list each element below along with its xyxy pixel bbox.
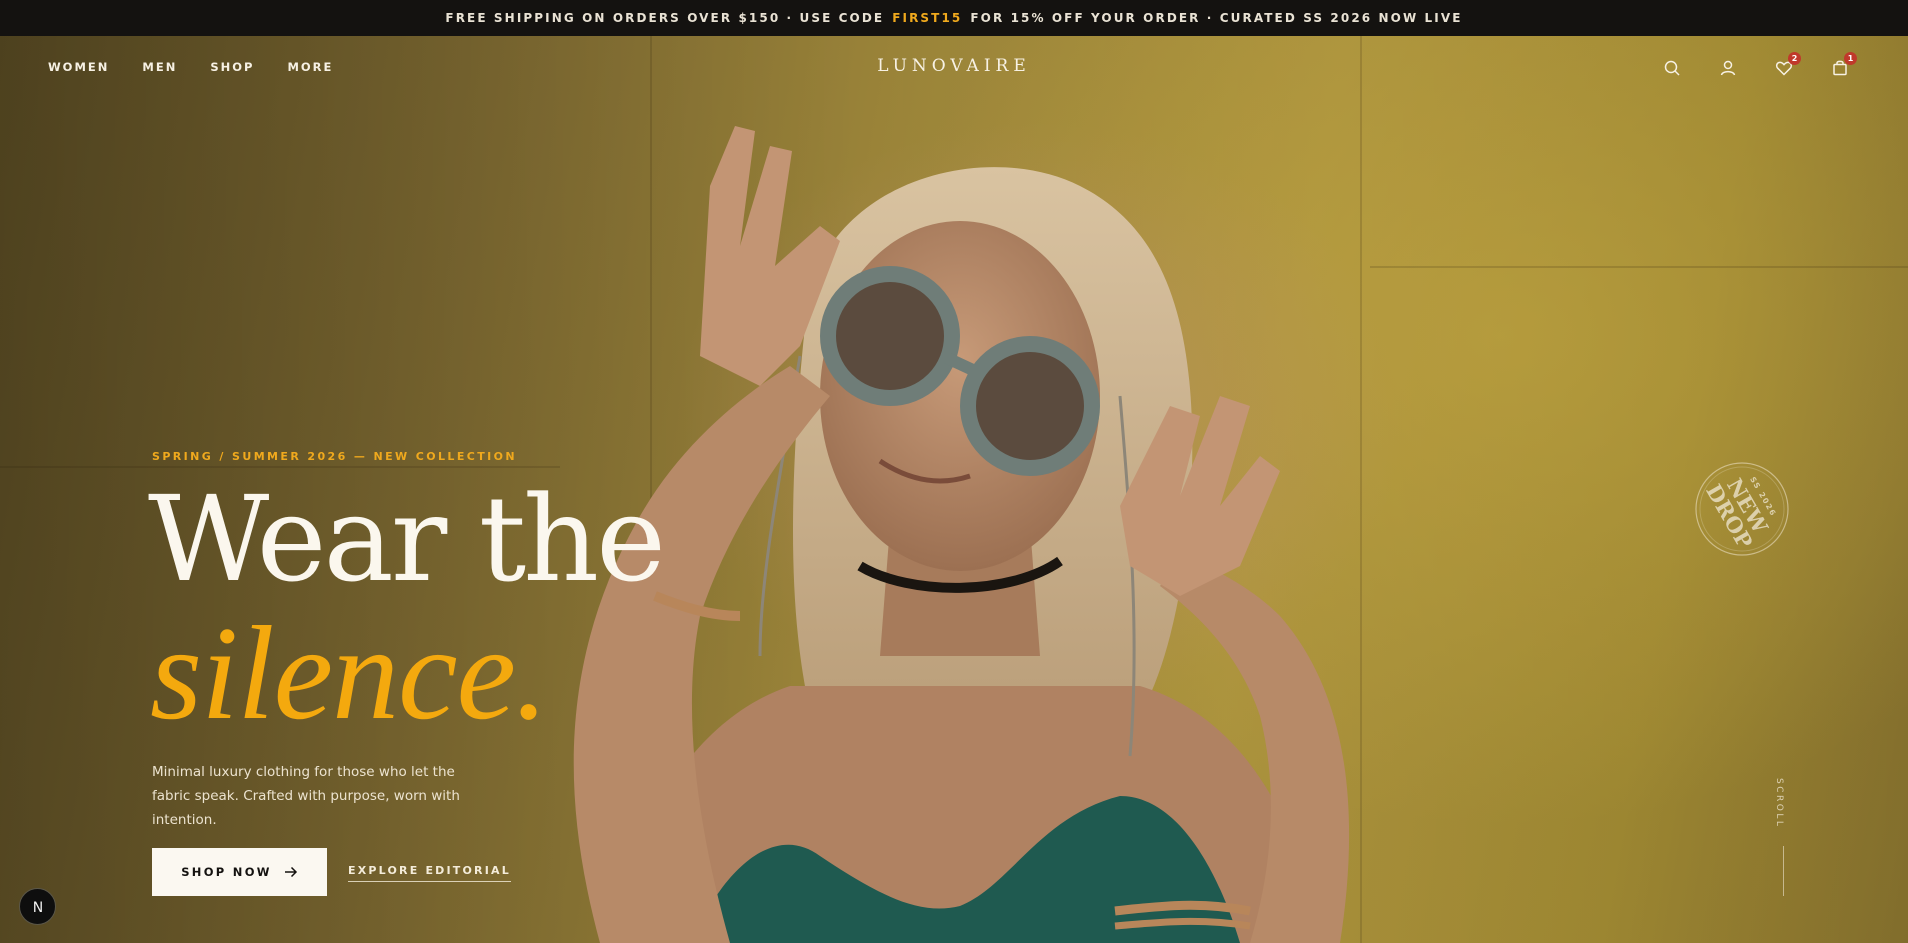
- hero-eyebrow: SPRING / SUMMER 2026 — NEW COLLECTION: [152, 450, 517, 463]
- shop-now-button[interactable]: SHOP NOW: [152, 848, 327, 896]
- heart-icon[interactable]: 2: [1774, 52, 1801, 78]
- new-drop-stamp: SS 2026 NEW DROP: [1695, 462, 1789, 556]
- hero-model-image: [573, 126, 1350, 943]
- shop-now-label: SHOP NOW: [181, 865, 272, 879]
- promo-code: FIRST15: [892, 11, 963, 25]
- search-icon[interactable]: [1662, 58, 1682, 78]
- announcement-text-before: FREE SHIPPING ON ORDERS OVER $150 · USE …: [445, 11, 885, 25]
- nav-link-women[interactable]: WOMEN: [48, 60, 109, 74]
- bag-icon[interactable]: 1: [1830, 52, 1857, 78]
- n-logo-letter: N: [32, 900, 42, 916]
- dev-tools-badge[interactable]: N: [19, 888, 56, 925]
- nav-icons: 2 1: [1662, 52, 1857, 78]
- hero-headline-line2: silence.: [150, 599, 549, 747]
- main-nav: WOMEN MEN SHOP MORE LUNOVAIRE 2 1: [0, 36, 1908, 98]
- arrow-right-icon: [284, 866, 297, 878]
- explore-editorial-link[interactable]: EXPLORE EDITORIAL: [348, 864, 511, 882]
- nav-link-men[interactable]: MEN: [142, 60, 177, 74]
- hero-subcopy: Minimal luxury clothing for those who le…: [152, 764, 460, 828]
- nav-link-shop[interactable]: SHOP: [210, 60, 254, 74]
- hero-headline-line1: Wear the: [148, 470, 666, 608]
- cart-count-badge: 1: [1844, 52, 1857, 65]
- nav-links: WOMEN MEN SHOP MORE: [48, 60, 333, 74]
- scroll-indicator-label[interactable]: SCROLL: [1774, 778, 1784, 828]
- nav-link-more[interactable]: MORE: [287, 60, 333, 74]
- wishlist-count-badge: 2: [1788, 52, 1801, 65]
- scroll-indicator-line: [1783, 846, 1784, 896]
- announcement-bar: FREE SHIPPING ON ORDERS OVER $150 · USE …: [0, 0, 1908, 36]
- wall-seam: [0, 466, 560, 468]
- user-icon[interactable]: [1718, 58, 1738, 78]
- wall-seam: [1370, 266, 1908, 268]
- announcement-text-after: FOR 15% OFF YOUR ORDER · CURATED SS 2026…: [970, 11, 1463, 25]
- n-logo-icon: N: [32, 900, 42, 916]
